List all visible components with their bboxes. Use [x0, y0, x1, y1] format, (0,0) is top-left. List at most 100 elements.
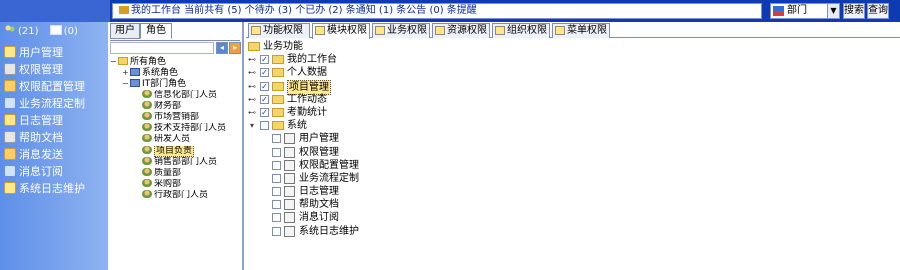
permission-tree-label[interactable]: 消息订阅: [299, 211, 339, 224]
tab-permission-4[interactable]: 组织权限: [492, 23, 550, 38]
role-tree-label[interactable]: 项目负责: [154, 145, 195, 157]
permission-checkbox[interactable]: [272, 200, 281, 210]
permission-checkbox[interactable]: ✓: [260, 81, 269, 91]
nav-item[interactable]: 权限配置管理: [2, 78, 106, 95]
role-tree-label[interactable]: 系统角色: [142, 68, 178, 78]
permission-checkbox[interactable]: [272, 147, 281, 157]
role-tree-label[interactable]: 市场营销部: [154, 112, 199, 122]
permission-checkbox[interactable]: [272, 213, 281, 223]
permission-checkbox[interactable]: [272, 187, 281, 197]
permission-tree-node[interactable]: ⊷ ✓ 考勤统计: [246, 106, 900, 119]
permission-tree-node[interactable]: ⊷ ✓ 工作动态: [246, 93, 900, 106]
nav-item[interactable]: 消息订阅: [2, 163, 106, 180]
permission-checkbox[interactable]: ✓: [260, 107, 269, 117]
role-tree-label[interactable]: 信息化部门人员: [154, 90, 217, 100]
permission-checkbox[interactable]: ✓: [260, 55, 269, 65]
role-tree-node[interactable]: 行政部门人员: [110, 190, 242, 201]
nav-item[interactable]: 消息发送: [2, 146, 106, 163]
permission-tree-label[interactable]: 用户管理: [299, 132, 339, 145]
role-tree-node[interactable]: 技术支持部门人员: [110, 123, 242, 134]
role-tree-label[interactable]: 销售部部门人员: [154, 157, 217, 167]
permission-tree-label[interactable]: 个人数据: [287, 66, 327, 79]
nav-item[interactable]: 用户管理: [2, 44, 106, 61]
permission-tree-label[interactable]: 我的工作台: [287, 53, 337, 66]
role-tree-node[interactable]: 质量部: [110, 167, 242, 179]
permission-checkbox[interactable]: [272, 134, 281, 144]
role-search-input[interactable]: [110, 42, 214, 54]
role-tree-label[interactable]: 采购部: [154, 179, 181, 189]
role-tree-node[interactable]: 销售部部门人员: [110, 156, 242, 168]
permission-tree-node[interactable]: ⊷ ✓ 个人数据: [246, 66, 900, 79]
permission-checkbox[interactable]: [272, 226, 281, 236]
expand-icon[interactable]: ⊷: [248, 106, 256, 119]
permission-tree-node[interactable]: ⊷ ✓ 我的工作台: [246, 53, 900, 66]
permission-checkbox[interactable]: [272, 160, 281, 170]
permission-tree-node[interactable]: 权限管理: [246, 146, 900, 159]
role-tree-label[interactable]: 行政部门人员: [154, 190, 208, 200]
search-icon[interactable]: ◂: [216, 42, 228, 54]
permission-tree-label[interactable]: 工作动态: [287, 93, 327, 106]
role-tree-label[interactable]: 质量部: [154, 168, 181, 178]
role-tree-node[interactable]: 信息化部门人员: [110, 89, 242, 101]
expand-icon[interactable]: ⊷: [248, 53, 256, 66]
permission-tree-label[interactable]: 日志管理: [299, 185, 339, 198]
role-tree-node[interactable]: 项目负责: [110, 145, 242, 157]
tab-permission-0[interactable]: 功能权限: [248, 23, 310, 38]
permission-tree-node[interactable]: 帮助文档: [246, 198, 900, 211]
collapse-icon[interactable]: −: [110, 56, 118, 67]
role-tree-node[interactable]: 研发人员: [110, 134, 242, 145]
expand-icon[interactable]: ⊷: [248, 80, 256, 93]
tab-permission-2[interactable]: 业务权限: [372, 23, 430, 38]
collapse-icon[interactable]: ▾: [248, 119, 256, 132]
tab-permission-3[interactable]: 资源权限: [432, 23, 490, 38]
permission-tree-label[interactable]: 帮助文档: [299, 198, 339, 211]
permission-checkbox[interactable]: ✓: [260, 68, 269, 78]
tab-permission-1[interactable]: 模块权限: [312, 23, 370, 39]
nav-item[interactable]: 帮助文档: [2, 129, 106, 146]
permission-checkbox[interactable]: [260, 121, 269, 131]
role-tree-label[interactable]: IT部门角色: [142, 79, 186, 89]
permission-tree-node[interactable]: 权限配置管理: [246, 159, 900, 172]
tab-roles[interactable]: 角色: [140, 23, 172, 39]
nav-item[interactable]: 日志管理: [2, 112, 106, 129]
mail-icon[interactable]: [49, 25, 62, 35]
permission-tree-node[interactable]: 业务功能: [246, 40, 900, 53]
permission-tree-label[interactable]: 业务流程定制: [299, 172, 359, 185]
chevron-down-icon[interactable]: ▼: [827, 4, 839, 18]
notice-marquee[interactable]: 我的工作台 当前共有 (5) 个待办 (3) 个已办 (2) 条通知 (1) 条…: [112, 3, 762, 19]
expand-icon[interactable]: ⊷: [248, 93, 256, 106]
role-tree-node[interactable]: 采购部: [110, 179, 242, 190]
permission-checkbox[interactable]: ✓: [260, 94, 269, 104]
permission-checkbox[interactable]: [272, 173, 281, 183]
query-button[interactable]: 查询: [867, 3, 889, 19]
expand-icon[interactable]: ⊷: [248, 66, 256, 79]
collapse-icon[interactable]: −: [122, 78, 130, 89]
permission-tree-label[interactable]: 考勤统计: [287, 106, 327, 119]
role-tree-label[interactable]: 技术支持部门人员: [154, 123, 226, 133]
role-tree-node[interactable]: + 系统角色: [110, 67, 242, 78]
nav-item[interactable]: 系统日志维护: [2, 180, 106, 197]
permission-tree-label[interactable]: 权限管理: [299, 146, 339, 159]
role-tree-label[interactable]: 研发人员: [154, 134, 190, 144]
tab-permission-5[interactable]: 菜单权限: [552, 23, 610, 38]
role-tree-node[interactable]: 市场营销部: [110, 111, 242, 123]
permission-tree-label[interactable]: 业务功能: [263, 40, 303, 53]
online-users-icon[interactable]: [4, 25, 16, 35]
refresh-icon[interactable]: ▸: [229, 42, 241, 54]
permission-tree-node[interactable]: ▾ 系统: [246, 119, 900, 132]
nav-item[interactable]: 业务流程定制: [2, 95, 106, 112]
online-count[interactable]: (21): [18, 26, 39, 37]
permission-tree-node[interactable]: 消息订阅: [246, 211, 900, 224]
permission-tree-node[interactable]: 系统日志维护: [246, 225, 900, 238]
nav-item[interactable]: 权限管理: [2, 61, 106, 78]
permission-tree-node[interactable]: 业务流程定制: [246, 172, 900, 185]
role-tree-node[interactable]: 财务部: [110, 100, 242, 112]
department-select[interactable]: 部门 ▼: [770, 3, 840, 19]
permission-tree-node[interactable]: 日志管理: [246, 185, 900, 198]
permission-tree-label[interactable]: 系统日志维护: [299, 225, 359, 238]
permission-tree-node[interactable]: ⊷ ✓ 项目管理: [246, 79, 900, 95]
mail-count[interactable]: (0): [64, 26, 78, 37]
expand-icon[interactable]: +: [122, 67, 130, 78]
permission-tree-label[interactable]: 系统: [287, 119, 307, 132]
role-tree-label[interactable]: 所有角色: [130, 57, 166, 67]
